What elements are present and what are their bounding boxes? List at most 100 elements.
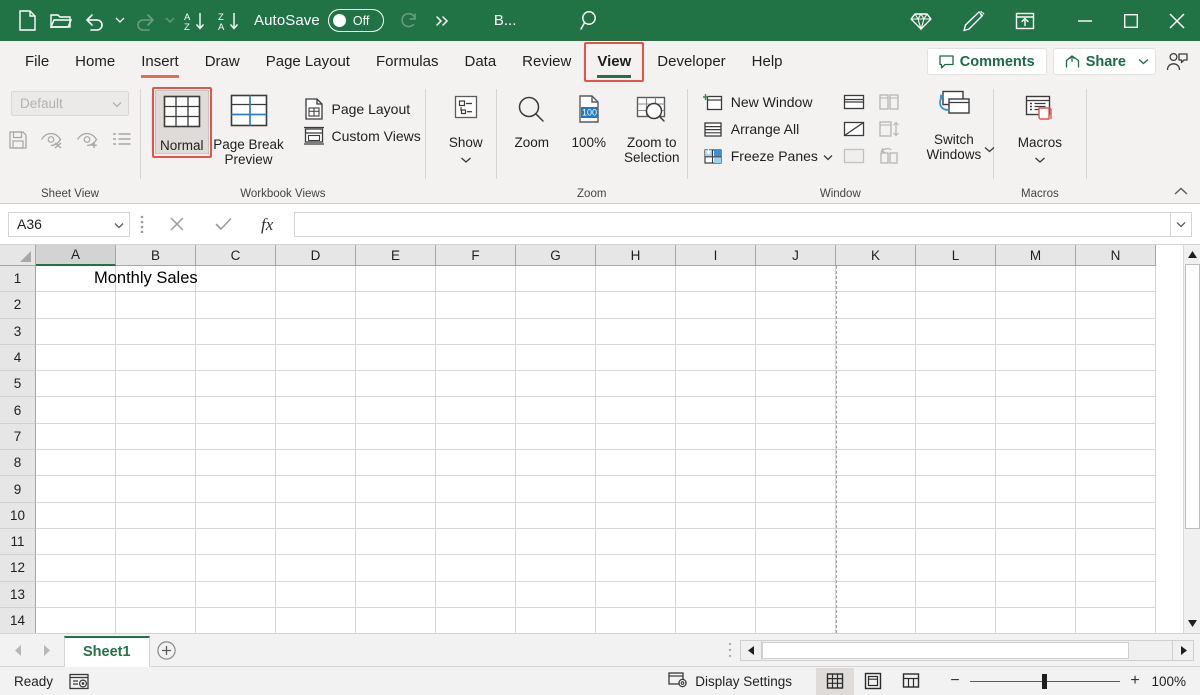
cell-C13[interactable] — [196, 582, 276, 608]
cell-N4[interactable] — [1076, 345, 1156, 371]
formula-bar-grip[interactable] — [130, 215, 154, 233]
cell-I12[interactable] — [676, 555, 756, 581]
cell-F1[interactable] — [436, 266, 516, 292]
column-header-F[interactable]: F — [436, 245, 516, 266]
search-icon[interactable] — [574, 5, 608, 37]
cell-I2[interactable] — [676, 292, 756, 318]
cell-C12[interactable] — [196, 555, 276, 581]
horizontal-scrollbar[interactable] — [740, 640, 1194, 661]
zoom-in-button[interactable]: + — [1124, 672, 1146, 690]
row-header-13[interactable]: 13 — [0, 582, 36, 608]
cell-M3[interactable] — [996, 319, 1076, 345]
page-layout-button[interactable]: Page Layout — [297, 96, 425, 122]
cell-I5[interactable] — [676, 371, 756, 397]
chevron-down-icon[interactable] — [460, 151, 472, 169]
macros-button[interactable]: Macros — [1009, 90, 1071, 169]
cell-G6[interactable] — [516, 397, 596, 423]
scroll-left-button[interactable] — [740, 640, 762, 661]
cell-H9[interactable] — [596, 476, 676, 502]
cell-I14[interactable] — [676, 608, 756, 633]
cell-J2[interactable] — [756, 292, 836, 318]
add-sheet-button[interactable] — [150, 635, 184, 665]
new-file-icon[interactable] — [10, 5, 44, 37]
expand-formula-bar-button[interactable] — [1170, 212, 1192, 237]
row-header-8[interactable]: 8 — [0, 450, 36, 476]
column-header-L[interactable]: L — [916, 245, 996, 266]
cell-A12[interactable] — [36, 555, 116, 581]
cell-N9[interactable] — [1076, 476, 1156, 502]
cell-E14[interactable] — [356, 608, 436, 633]
column-header-J[interactable]: J — [756, 245, 836, 266]
cell-D12[interactable] — [276, 555, 356, 581]
cell-B5[interactable] — [116, 371, 196, 397]
column-header-N[interactable]: N — [1076, 245, 1156, 266]
cell-M7[interactable] — [996, 424, 1076, 450]
row-header-10[interactable]: 10 — [0, 503, 36, 529]
cell-A5[interactable] — [36, 371, 116, 397]
cell-A13[interactable] — [36, 582, 116, 608]
cell-J11[interactable] — [756, 529, 836, 555]
cell-B12[interactable] — [116, 555, 196, 581]
zoom-out-button[interactable]: − — [944, 672, 966, 690]
formula-input[interactable] — [294, 212, 1170, 237]
cell-M12[interactable] — [996, 555, 1076, 581]
cell-H5[interactable] — [596, 371, 676, 397]
cell-J6[interactable] — [756, 397, 836, 423]
tab-home[interactable]: Home — [62, 41, 128, 82]
row-header-4[interactable]: 4 — [0, 345, 36, 371]
ribbon-display-options-icon[interactable] — [1008, 5, 1042, 37]
cell-H13[interactable] — [596, 582, 676, 608]
vertical-scrollbar[interactable] — [1183, 245, 1200, 633]
cell-K8[interactable] — [836, 450, 916, 476]
cell-N13[interactable] — [1076, 582, 1156, 608]
cell-M2[interactable] — [996, 292, 1076, 318]
cell-H2[interactable] — [596, 292, 676, 318]
chevron-down-icon[interactable] — [114, 216, 124, 232]
cell-D14[interactable] — [276, 608, 356, 633]
sort-ascending-icon[interactable]: AZ — [178, 5, 212, 37]
share-with-people-icon[interactable] — [1162, 52, 1192, 72]
cell-M11[interactable] — [996, 529, 1076, 555]
cell-G3[interactable] — [516, 319, 596, 345]
cell-M4[interactable] — [996, 345, 1076, 371]
cell-C10[interactable] — [196, 503, 276, 529]
cell-D4[interactable] — [276, 345, 356, 371]
freeze-panes-button[interactable]: Freeze Panes — [696, 143, 837, 169]
exit-sheet-view-icon[interactable] — [40, 131, 64, 154]
redo-icon[interactable] — [128, 5, 162, 37]
cell-J7[interactable] — [756, 424, 836, 450]
cell-F12[interactable] — [436, 555, 516, 581]
cell-D1[interactable] — [276, 266, 356, 292]
cell-A11[interactable] — [36, 529, 116, 555]
cell-D7[interactable] — [276, 424, 356, 450]
zoom-slider[interactable]: − + — [944, 672, 1146, 690]
cell-N7[interactable] — [1076, 424, 1156, 450]
zoom-level-label[interactable]: 100% — [1146, 674, 1194, 689]
cell-L13[interactable] — [916, 582, 996, 608]
cell-N1[interactable] — [1076, 266, 1156, 292]
cell-A14[interactable] — [36, 608, 116, 633]
row-header-11[interactable]: 11 — [0, 529, 36, 555]
cell-H1[interactable] — [596, 266, 676, 292]
cell-K4[interactable] — [836, 345, 916, 371]
cell-N5[interactable] — [1076, 371, 1156, 397]
cell-F8[interactable] — [436, 450, 516, 476]
cell-L12[interactable] — [916, 555, 996, 581]
cell-J5[interactable] — [756, 371, 836, 397]
vertical-scrollbar-thumb[interactable] — [1185, 264, 1200, 529]
cell-I3[interactable] — [676, 319, 756, 345]
cell-G4[interactable] — [516, 345, 596, 371]
show-button[interactable]: Show — [436, 90, 496, 169]
cell-F10[interactable] — [436, 503, 516, 529]
cell-F5[interactable] — [436, 371, 516, 397]
vertical-scrollbar-track[interactable] — [1184, 264, 1200, 614]
cell-F4[interactable] — [436, 345, 516, 371]
cell-E7[interactable] — [356, 424, 436, 450]
chevron-down-icon[interactable] — [1034, 151, 1046, 169]
close-button[interactable] — [1154, 0, 1200, 41]
cell-M1[interactable] — [996, 266, 1076, 292]
cell-B2[interactable] — [116, 292, 196, 318]
row-header-5[interactable]: 5 — [0, 371, 36, 397]
cell-A10[interactable] — [36, 503, 116, 529]
zoom-slider-track[interactable] — [970, 681, 1120, 682]
